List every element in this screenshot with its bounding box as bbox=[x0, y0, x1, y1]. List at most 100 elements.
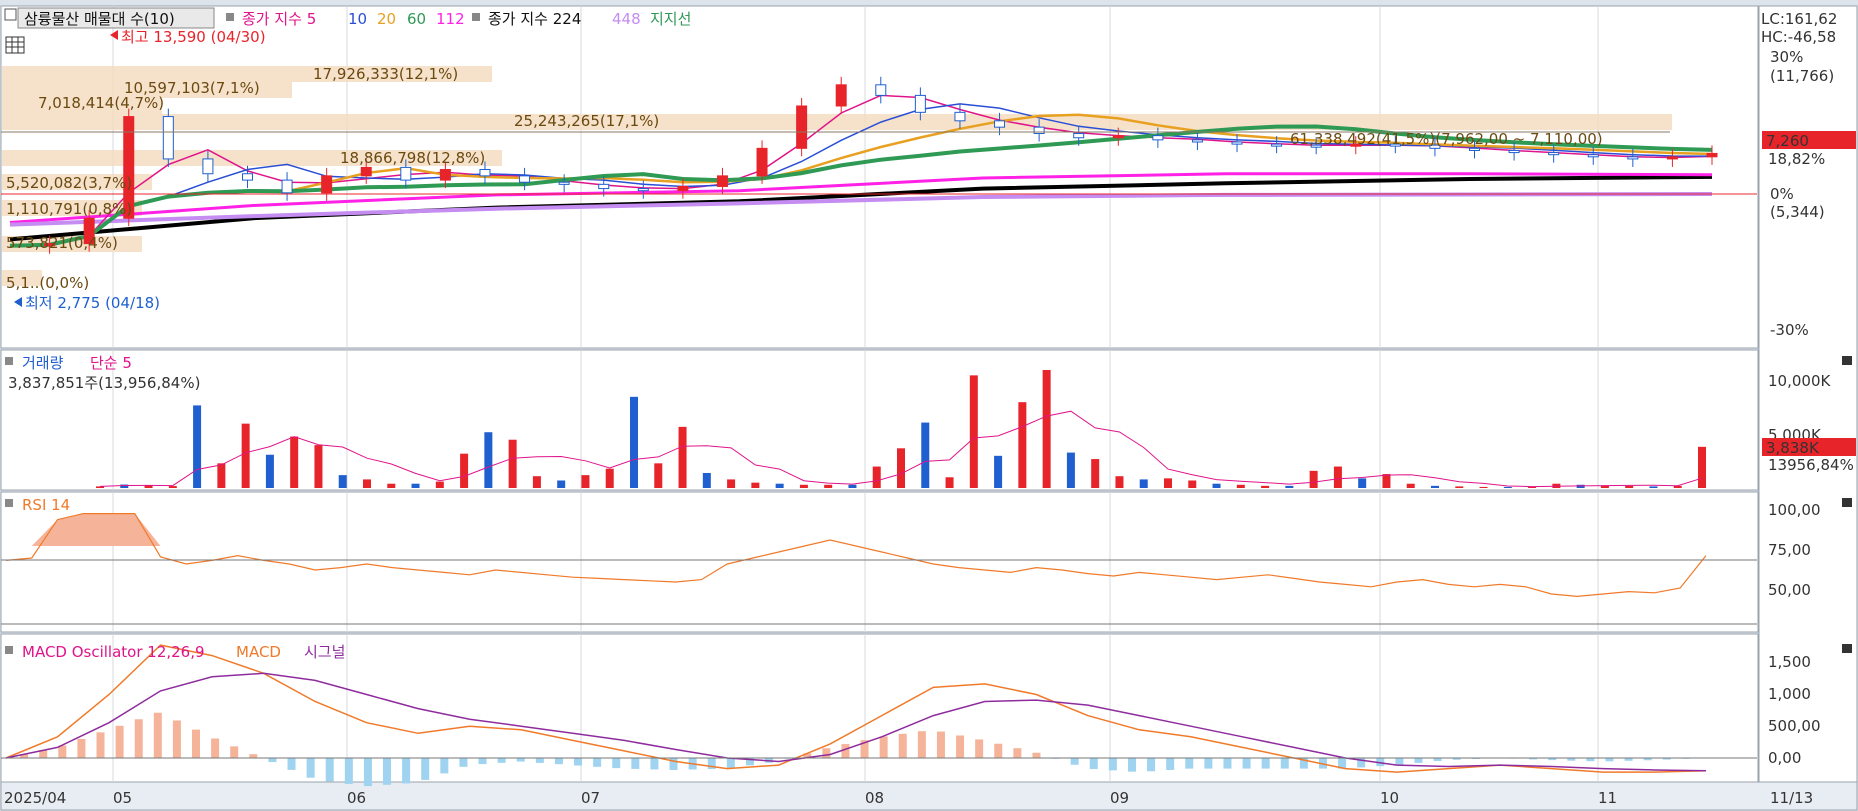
candle-body bbox=[202, 158, 214, 175]
panel-close-icon[interactable] bbox=[1842, 356, 1852, 365]
ma60-legend[interactable]: 60 bbox=[407, 10, 426, 28]
macd-osc-title[interactable]: MACD Oscillator 12,26,9 bbox=[22, 643, 205, 661]
macd-oscillator-bar bbox=[1127, 758, 1136, 772]
ma20-legend[interactable]: 20 bbox=[377, 10, 396, 28]
axis-label: 0% bbox=[1770, 185, 1794, 203]
volume-bar bbox=[1139, 479, 1148, 488]
time-label: 05 bbox=[113, 789, 132, 807]
high-label: 최고 13,590 (04/30) bbox=[121, 28, 266, 46]
support-legend[interactable]: 지지선 bbox=[650, 10, 691, 28]
candle-body bbox=[1666, 156, 1678, 160]
volume-bar bbox=[654, 463, 663, 488]
axis-label: 75,00 bbox=[1768, 541, 1811, 559]
macd-oscillator-bar bbox=[497, 758, 506, 763]
macd-oscillator-bar bbox=[822, 748, 831, 758]
volume-bar bbox=[557, 480, 566, 488]
volume-bar bbox=[702, 472, 711, 488]
macd-oscillator-bar bbox=[268, 758, 277, 763]
volume-bar bbox=[897, 448, 905, 488]
macd-oscillator-bar bbox=[1070, 758, 1079, 765]
volume-bar bbox=[1406, 483, 1415, 488]
legend-bullet-icon bbox=[226, 13, 234, 21]
candle-body bbox=[519, 175, 531, 183]
volume-bar bbox=[1091, 459, 1100, 488]
macd-oscillator-bar bbox=[440, 758, 449, 774]
panel-close-icon[interactable] bbox=[1842, 498, 1852, 507]
macd-oscillator-bar bbox=[1395, 758, 1404, 765]
chart-canvas[interactable]: 삼륭물산 매물대 수(10) 종가 지수 5 10 20 60 112 종가 지… bbox=[0, 0, 1858, 811]
ma448-legend[interactable]: 448 bbox=[612, 10, 641, 28]
volume-bar bbox=[363, 479, 371, 488]
panel-close-icon[interactable] bbox=[1842, 644, 1852, 653]
legend-bullet-icon bbox=[5, 357, 13, 365]
ma5-legend[interactable]: 종가 지수 5 bbox=[242, 10, 316, 28]
ma10-legend[interactable]: 10 bbox=[348, 10, 367, 28]
vp-label: 7,018,414(4,7%) bbox=[38, 94, 164, 112]
axis-label: 50,00 bbox=[1768, 581, 1811, 599]
candle-body bbox=[1548, 152, 1560, 156]
vp-label: 5,1..(0,0%) bbox=[6, 274, 89, 292]
macd-oscillator-bar bbox=[383, 758, 392, 785]
volume-bar bbox=[1455, 486, 1464, 488]
macd-oscillator-bar bbox=[1414, 758, 1423, 763]
volume-bar bbox=[678, 426, 687, 488]
macd-oscillator-bar bbox=[1013, 748, 1022, 758]
candle-body bbox=[558, 181, 570, 185]
macd-oscillator-bar bbox=[96, 732, 105, 758]
volume-title[interactable]: 거래량 bbox=[22, 354, 64, 372]
volume-bar bbox=[1188, 480, 1197, 488]
macd-oscillator-bar bbox=[421, 758, 430, 780]
volume-bar bbox=[1382, 474, 1391, 488]
volume-bar bbox=[1625, 485, 1634, 488]
time-label: 06 bbox=[347, 789, 366, 807]
candle-body bbox=[796, 105, 808, 149]
volume-bar bbox=[193, 405, 202, 488]
ma224-legend[interactable]: 종가 지수 224 bbox=[488, 10, 581, 28]
legend-bullet-icon bbox=[5, 499, 13, 507]
volume-bar bbox=[1358, 478, 1367, 488]
table-icon[interactable] bbox=[5, 36, 25, 54]
macd-oscillator-bar bbox=[230, 746, 239, 758]
macd-oscillator-bar bbox=[956, 735, 965, 758]
axis-label: (11,766) bbox=[1770, 67, 1834, 85]
candle-body bbox=[716, 175, 728, 187]
candle-body bbox=[756, 147, 768, 177]
volume-bar bbox=[1042, 370, 1051, 488]
volume-bar bbox=[314, 445, 323, 488]
macd-oscillator-bar bbox=[1204, 758, 1213, 769]
volume-bar bbox=[581, 475, 590, 488]
volume-ma-legend[interactable]: 단순 5 bbox=[90, 354, 132, 372]
volume-bar bbox=[945, 477, 954, 488]
volume-bar bbox=[435, 481, 444, 488]
macd-oscillator-bar bbox=[1108, 758, 1117, 771]
macd-oscillator-bar bbox=[58, 745, 67, 758]
time-label: 10 bbox=[1380, 789, 1399, 807]
candle-body bbox=[400, 166, 412, 181]
axis-label: 1,500 bbox=[1768, 653, 1811, 671]
macd-oscillator-bar bbox=[134, 719, 143, 758]
lc-label: LC:161,62 bbox=[1761, 10, 1837, 28]
macd-oscillator-bar bbox=[554, 758, 563, 765]
vp-label: 17,926,333(12,1%) bbox=[313, 65, 458, 83]
macd-oscillator-bar bbox=[1089, 758, 1098, 770]
volume-value: 3,837,851주(13,956,84%) bbox=[8, 374, 200, 392]
macd-oscillator-bar bbox=[898, 733, 907, 758]
volume-bar bbox=[241, 423, 250, 488]
candle-body bbox=[360, 166, 372, 177]
time-label: 11 bbox=[1598, 789, 1617, 807]
ma112-legend[interactable]: 112 bbox=[436, 10, 465, 28]
macd-oscillator-bar bbox=[153, 712, 162, 758]
volume-bar bbox=[217, 463, 226, 488]
axis-label: 500,00 bbox=[1768, 717, 1821, 735]
axis-label: 10,000K bbox=[1768, 372, 1831, 390]
vp-label: 1,110,791(0,8%) bbox=[6, 200, 132, 218]
rsi-panel[interactable] bbox=[0, 491, 1759, 633]
macd-oscillator-bar bbox=[535, 758, 544, 763]
macd-oscillator-bar bbox=[1280, 758, 1289, 769]
candle-body bbox=[479, 169, 491, 177]
volume-bar bbox=[848, 484, 857, 488]
rsi-title[interactable]: RSI 14 bbox=[22, 496, 70, 514]
signal-legend[interactable]: 시그널 bbox=[304, 643, 345, 661]
macd-oscillator-bar bbox=[650, 758, 659, 770]
macd-legend[interactable]: MACD bbox=[236, 643, 281, 661]
